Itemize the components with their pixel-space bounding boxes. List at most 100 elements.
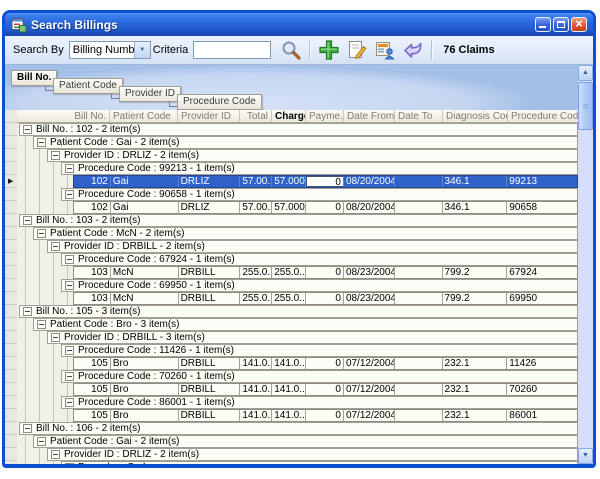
scroll-up-icon[interactable]: ▲ xyxy=(578,65,593,81)
cell-bill-no[interactable]: 103 xyxy=(74,267,111,278)
cell-total[interactable]: 57.00... xyxy=(240,202,272,213)
cell-charges[interactable]: 255.0... xyxy=(272,293,306,304)
collapse-icon[interactable] xyxy=(65,398,74,407)
cell-patient-code[interactable]: Bro xyxy=(111,384,179,395)
column-header-total[interactable]: Total xyxy=(240,110,272,122)
data-row[interactable]: 105BroDRBILL141.0...141.0...007/12/20042… xyxy=(73,383,578,396)
collapse-icon[interactable] xyxy=(37,437,46,446)
cell-date-to[interactable] xyxy=(395,202,443,213)
cell-date-to[interactable] xyxy=(395,384,443,395)
cell-patient-code[interactable]: Bro xyxy=(111,358,179,369)
collapse-icon[interactable] xyxy=(65,463,74,464)
cell-date-from[interactable]: 08/20/2004 xyxy=(344,176,395,187)
column-header-date-from[interactable]: Date From xyxy=(344,110,395,122)
add-icon[interactable] xyxy=(317,38,341,62)
edit-icon[interactable] xyxy=(345,38,369,62)
cell-bill-no[interactable]: 105 xyxy=(74,410,111,421)
cell-procedure-code[interactable]: 90658 xyxy=(507,202,577,213)
group-row[interactable]: Procedure Code : 90658 - 1 item(s) xyxy=(61,188,578,201)
collapse-icon[interactable] xyxy=(23,216,32,225)
cell-diagnosis-code[interactable]: 232.1 xyxy=(443,410,508,421)
scroll-down-icon[interactable]: ▼ xyxy=(578,448,593,464)
cell-payme[interactable]: 0 xyxy=(306,384,344,395)
data-row[interactable]: 103McNDRBILL255.0...255.0...008/23/20047… xyxy=(73,292,578,305)
cell-patient-code[interactable]: McN xyxy=(111,267,179,278)
collapse-icon[interactable] xyxy=(23,125,32,134)
cell-patient-code[interactable]: Gai xyxy=(111,176,179,187)
column-header-payme[interactable]: Payme... xyxy=(306,110,344,122)
cell-patient-code[interactable]: Bro xyxy=(111,410,179,421)
cell-total[interactable]: 57.00... xyxy=(240,176,272,187)
cell-bill-no[interactable]: 105 xyxy=(74,358,111,369)
cell-procedure-code[interactable]: 67924 xyxy=(507,267,577,278)
group-row[interactable]: Provider ID : DRBILL - 2 item(s) xyxy=(47,240,578,253)
scrollbar-thumb[interactable] xyxy=(578,82,593,130)
cell-patient-code[interactable]: McN xyxy=(111,293,179,304)
data-row[interactable]: 103McNDRBILL255.0...255.0...008/23/20047… xyxy=(73,266,578,279)
cell-date-from[interactable]: 07/12/2004 xyxy=(344,384,395,395)
cell-date-from[interactable]: 08/20/2004 xyxy=(344,202,395,213)
group-box-bill-no[interactable]: Bill No. xyxy=(11,70,57,86)
title-bar[interactable]: Search Billings xyxy=(5,13,593,36)
group-box-patient-code[interactable]: Patient Code xyxy=(53,78,123,94)
cell-patient-code[interactable]: Gai xyxy=(111,202,179,213)
column-header-patient-code[interactable]: Patient Code xyxy=(110,110,178,122)
vertical-scrollbar[interactable]: ▲ ▼ xyxy=(578,65,593,464)
group-row[interactable]: Patient Code : Bro - 3 item(s) xyxy=(33,318,578,331)
cell-date-from[interactable]: 08/23/2004 xyxy=(344,267,395,278)
collapse-icon[interactable] xyxy=(51,242,60,251)
search-icon[interactable] xyxy=(279,38,303,62)
collapse-icon[interactable] xyxy=(51,450,60,459)
criteria-input[interactable] xyxy=(193,41,271,59)
payment-edit-cell[interactable]: 0 xyxy=(306,176,344,187)
cell-provider-id[interactable]: DRBILL xyxy=(179,267,241,278)
close-button[interactable] xyxy=(571,17,587,32)
cell-date-from[interactable]: 07/12/2004 xyxy=(344,410,395,421)
report-icon[interactable] xyxy=(373,38,397,62)
cell-charges[interactable]: 57.0000 xyxy=(272,202,306,213)
group-box-procedure-code[interactable]: Procedure Code xyxy=(177,94,262,110)
group-row[interactable]: Procedure Code : 70260 - 1 item(s) xyxy=(61,370,578,383)
search-by-combo[interactable]: Billing Number ▼ xyxy=(69,41,151,59)
group-by-panel[interactable]: Bill No. Patient Code Provider ID Proced… xyxy=(5,65,578,111)
group-row[interactable]: Provider ID : DRBILL - 3 item(s) xyxy=(47,331,578,344)
collapse-icon[interactable] xyxy=(23,307,32,316)
group-row[interactable]: Patient Code : McN - 2 item(s) xyxy=(33,227,578,240)
collapse-icon[interactable] xyxy=(65,255,74,264)
cell-diagnosis-code[interactable]: 799.2 xyxy=(443,267,508,278)
collapse-icon[interactable] xyxy=(37,138,46,147)
cell-payme[interactable]: 0 xyxy=(306,410,344,421)
column-header-charges[interactable]: Charges xyxy=(272,110,306,122)
data-row[interactable]: 102GaiDRLIZ57.00...57.0000008/20/2004346… xyxy=(73,201,578,214)
group-row[interactable]: Procedure Code : 69950 - 1 item(s) xyxy=(61,279,578,292)
cell-procedure-code[interactable]: 69950 xyxy=(507,293,577,304)
cell-total[interactable]: 141.0... xyxy=(240,410,272,421)
collapse-icon[interactable] xyxy=(23,424,32,433)
cell-total[interactable]: 141.0... xyxy=(240,384,272,395)
cell-provider-id[interactable]: DRBILL xyxy=(179,358,241,369)
group-row[interactable]: Patient Code : Gai - 2 item(s) xyxy=(33,136,578,149)
cell-total[interactable]: 255.0... xyxy=(240,293,272,304)
submit-arrow-icon[interactable] xyxy=(401,38,425,62)
group-box-provider-id[interactable]: Provider ID xyxy=(119,86,181,102)
cell-date-from[interactable]: 08/23/2004 xyxy=(344,293,395,304)
cell-charges[interactable]: 255.0... xyxy=(272,267,306,278)
group-row[interactable]: Bill No. : 103 - 2 item(s) xyxy=(19,214,578,227)
group-row[interactable]: Provider ID : DRLIZ - 2 item(s) xyxy=(47,448,578,461)
collapse-icon[interactable] xyxy=(65,346,74,355)
cell-diagnosis-code[interactable]: 346.1 xyxy=(443,202,508,213)
cell-provider-id[interactable]: DRLIZ xyxy=(179,202,241,213)
collapse-icon[interactable] xyxy=(65,190,74,199)
cell-procedure-code[interactable]: 86001 xyxy=(507,410,577,421)
column-header-bill-no[interactable]: Bill No. xyxy=(17,110,110,122)
cell-bill-no[interactable]: 103 xyxy=(74,293,111,304)
group-row[interactable]: Provider ID : DRLIZ - 2 item(s) xyxy=(47,149,578,162)
collapse-icon[interactable] xyxy=(37,320,46,329)
collapse-icon[interactable] xyxy=(65,281,74,290)
cell-charges[interactable]: 141.0... xyxy=(272,384,306,395)
group-row[interactable]: Patient Code : Gai - 2 item(s) xyxy=(33,435,578,448)
cell-provider-id[interactable]: DRLIZ xyxy=(179,176,241,187)
cell-date-to[interactable] xyxy=(395,358,443,369)
group-row[interactable]: Procedure Code : 11426 - 1 item(s) xyxy=(61,344,578,357)
cell-diagnosis-code[interactable]: 346.1 xyxy=(443,176,508,187)
